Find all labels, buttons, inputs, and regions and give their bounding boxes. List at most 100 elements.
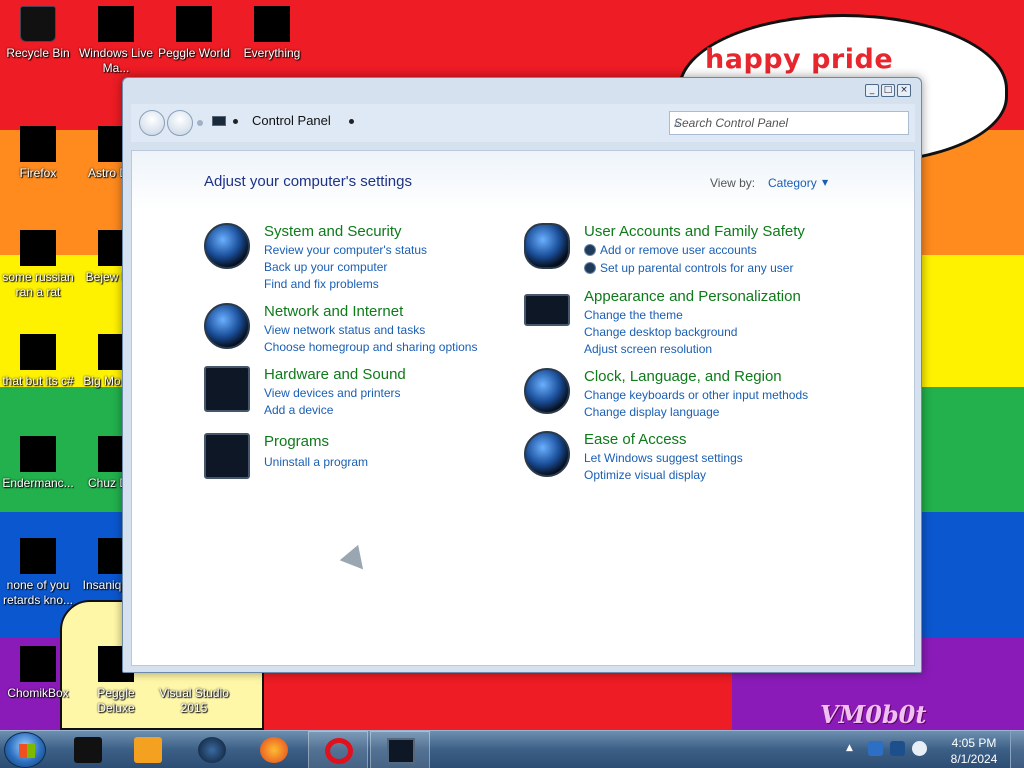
desktop-icon-label: Peggle World xyxy=(158,46,230,60)
desktop-icon-everything[interactable]: Everything xyxy=(234,6,310,61)
taskbar-item-globe[interactable] xyxy=(182,731,242,768)
category-link[interactable]: Change the theme xyxy=(584,308,683,322)
show-hidden-icons[interactable]: ▲ xyxy=(846,743,853,753)
category-title[interactable]: System and Security xyxy=(264,223,402,240)
desktop-icon-label: Endermanc... xyxy=(2,476,74,490)
clock-language-icon[interactable] xyxy=(524,368,570,414)
network-icon[interactable] xyxy=(890,741,905,756)
content-pane: Adjust your computer's settings View by:… xyxy=(131,150,915,666)
category-link[interactable]: Let Windows suggest settings xyxy=(584,451,743,465)
control-panel-window[interactable]: _ □ × Control Panel ▼ ↻ Search Control P… xyxy=(122,77,922,673)
windows-live-mail-icon xyxy=(98,6,134,42)
desktop-icon-recycle-bin[interactable]: Recycle Bin xyxy=(0,6,76,61)
desktop-icon-label: some russian ran a rat xyxy=(2,270,74,299)
category-link-text: Add or remove user accounts xyxy=(600,243,757,257)
category-title[interactable]: Appearance and Personalization xyxy=(584,288,801,305)
taskbar-item-opera[interactable] xyxy=(308,731,368,768)
category-title[interactable]: Ease of Access xyxy=(584,431,687,448)
app-icon xyxy=(20,334,56,370)
shield-icon xyxy=(584,244,596,256)
taskbar: ▲ 4:05 PM 8/1/2024 xyxy=(0,730,1024,768)
recent-pages-icon[interactable] xyxy=(197,120,203,126)
category-link[interactable]: Uninstall a program xyxy=(264,455,368,469)
category-link[interactable]: Back up your computer xyxy=(264,260,387,274)
category-title[interactable]: Clock, Language, and Region xyxy=(584,368,782,385)
clock-date: 8/1/2024 xyxy=(950,752,998,766)
view-by-dropdown[interactable]: Category xyxy=(768,176,817,190)
desktop-icon-russian-rat[interactable]: some russian ran a rat xyxy=(0,230,76,300)
address-separator[interactable] xyxy=(349,119,354,124)
category-link[interactable]: Review your computer's status xyxy=(264,243,427,257)
app-icon xyxy=(20,230,56,266)
clock-time: 4:05 PM xyxy=(951,736,997,750)
desktop-icon-firefox[interactable]: Firefox xyxy=(0,126,76,181)
search-icon[interactable]: ⌕ xyxy=(674,116,902,131)
user-accounts-icon[interactable] xyxy=(524,223,570,269)
hardware-sound-icon[interactable] xyxy=(204,366,250,412)
category-link[interactable]: Choose homegroup and sharing options xyxy=(264,340,477,354)
appearance-icon[interactable] xyxy=(524,294,570,326)
address-separator[interactable] xyxy=(233,119,238,124)
category-title[interactable]: User Accounts and Family Safety xyxy=(584,223,805,240)
category-link[interactable]: Optimize visual display xyxy=(584,468,706,482)
address-text[interactable]: Control Panel xyxy=(252,113,331,128)
peggle-world-icon xyxy=(176,6,212,42)
minimize-button[interactable]: _ xyxy=(865,84,879,97)
desktop-icon-endermanch[interactable]: Endermanc... xyxy=(0,436,76,491)
ease-of-access-icon[interactable] xyxy=(524,431,570,477)
category-link[interactable]: View network status and tasks xyxy=(264,323,425,337)
taskbar-item-explorer[interactable] xyxy=(58,731,118,768)
close-button[interactable]: × xyxy=(897,84,911,97)
title-bar[interactable]: _ □ × xyxy=(123,78,921,104)
taskbar-item-media-player[interactable] xyxy=(118,731,178,768)
page-title: Adjust your computer's settings xyxy=(204,173,412,190)
app-icon xyxy=(20,538,56,574)
taskbar-item-firefox[interactable] xyxy=(244,731,304,768)
desktop-icon-none-of-you[interactable]: none of you retards kno... xyxy=(0,538,76,608)
category-title[interactable]: Network and Internet xyxy=(264,303,403,320)
watermark: VM0b0t xyxy=(820,700,927,729)
control-panel-icon xyxy=(387,738,415,764)
desktop-icon-csharp[interactable]: that but its c# xyxy=(0,334,76,389)
back-button[interactable] xyxy=(139,110,165,136)
desktop-icon-label: Recycle Bin xyxy=(6,46,70,60)
category-link[interactable]: Adjust screen resolution xyxy=(584,342,712,356)
desktop-icon-peggle-world[interactable]: Peggle World xyxy=(156,6,232,61)
network-internet-icon[interactable] xyxy=(204,303,250,349)
clock[interactable]: 4:05 PM 8/1/2024 xyxy=(944,735,1004,767)
programs-icon[interactable] xyxy=(204,433,250,479)
desktop-icon-chomikbox[interactable]: ChomikBox xyxy=(0,646,76,701)
category-title[interactable]: Programs xyxy=(264,433,329,450)
opera-icon xyxy=(325,738,353,764)
media-player-icon xyxy=(134,737,162,763)
control-panel-icon xyxy=(212,116,226,126)
search-input[interactable]: Search Control Panel ⌕ xyxy=(669,111,909,135)
category-link[interactable]: Change display language xyxy=(584,405,719,419)
forward-button[interactable] xyxy=(167,110,193,136)
category-link[interactable]: Add a device xyxy=(264,403,333,417)
volume-icon[interactable] xyxy=(912,741,927,756)
recycle-bin-icon xyxy=(20,6,56,42)
category-link[interactable]: View devices and printers xyxy=(264,386,401,400)
category-link[interactable]: Find and fix problems xyxy=(264,277,379,291)
taskbar-item-control-panel[interactable] xyxy=(370,731,430,768)
category-link[interactable]: Add or remove user accounts xyxy=(584,243,757,257)
chevron-down-icon[interactable]: ▼ xyxy=(822,178,828,187)
desktop-icon-label: Visual Studio 2015 xyxy=(159,686,229,715)
tray-app-icon[interactable] xyxy=(868,741,883,756)
firefox-icon xyxy=(20,126,56,162)
chomikbox-icon xyxy=(20,646,56,682)
system-security-icon[interactable] xyxy=(204,223,250,269)
category-link[interactable]: Change desktop background xyxy=(584,325,737,339)
category-link[interactable]: Set up parental controls for any user xyxy=(584,261,793,275)
start-button[interactable] xyxy=(4,732,46,768)
address-bar[interactable]: Control Panel ▼ ↻ xyxy=(207,110,778,135)
category-title[interactable]: Hardware and Sound xyxy=(264,366,406,383)
desktop-icon-label: Everything xyxy=(243,46,301,60)
desktop-icon-label: Peggle Deluxe xyxy=(97,686,135,715)
category-link[interactable]: Change keyboards or other input methods xyxy=(584,388,808,402)
desktop-icon-windows-live-mail[interactable]: Windows Live Ma... xyxy=(78,6,154,76)
show-desktop-button[interactable] xyxy=(1010,731,1024,768)
maximize-button[interactable]: □ xyxy=(881,84,895,97)
window-controls: _ □ × xyxy=(865,84,911,97)
